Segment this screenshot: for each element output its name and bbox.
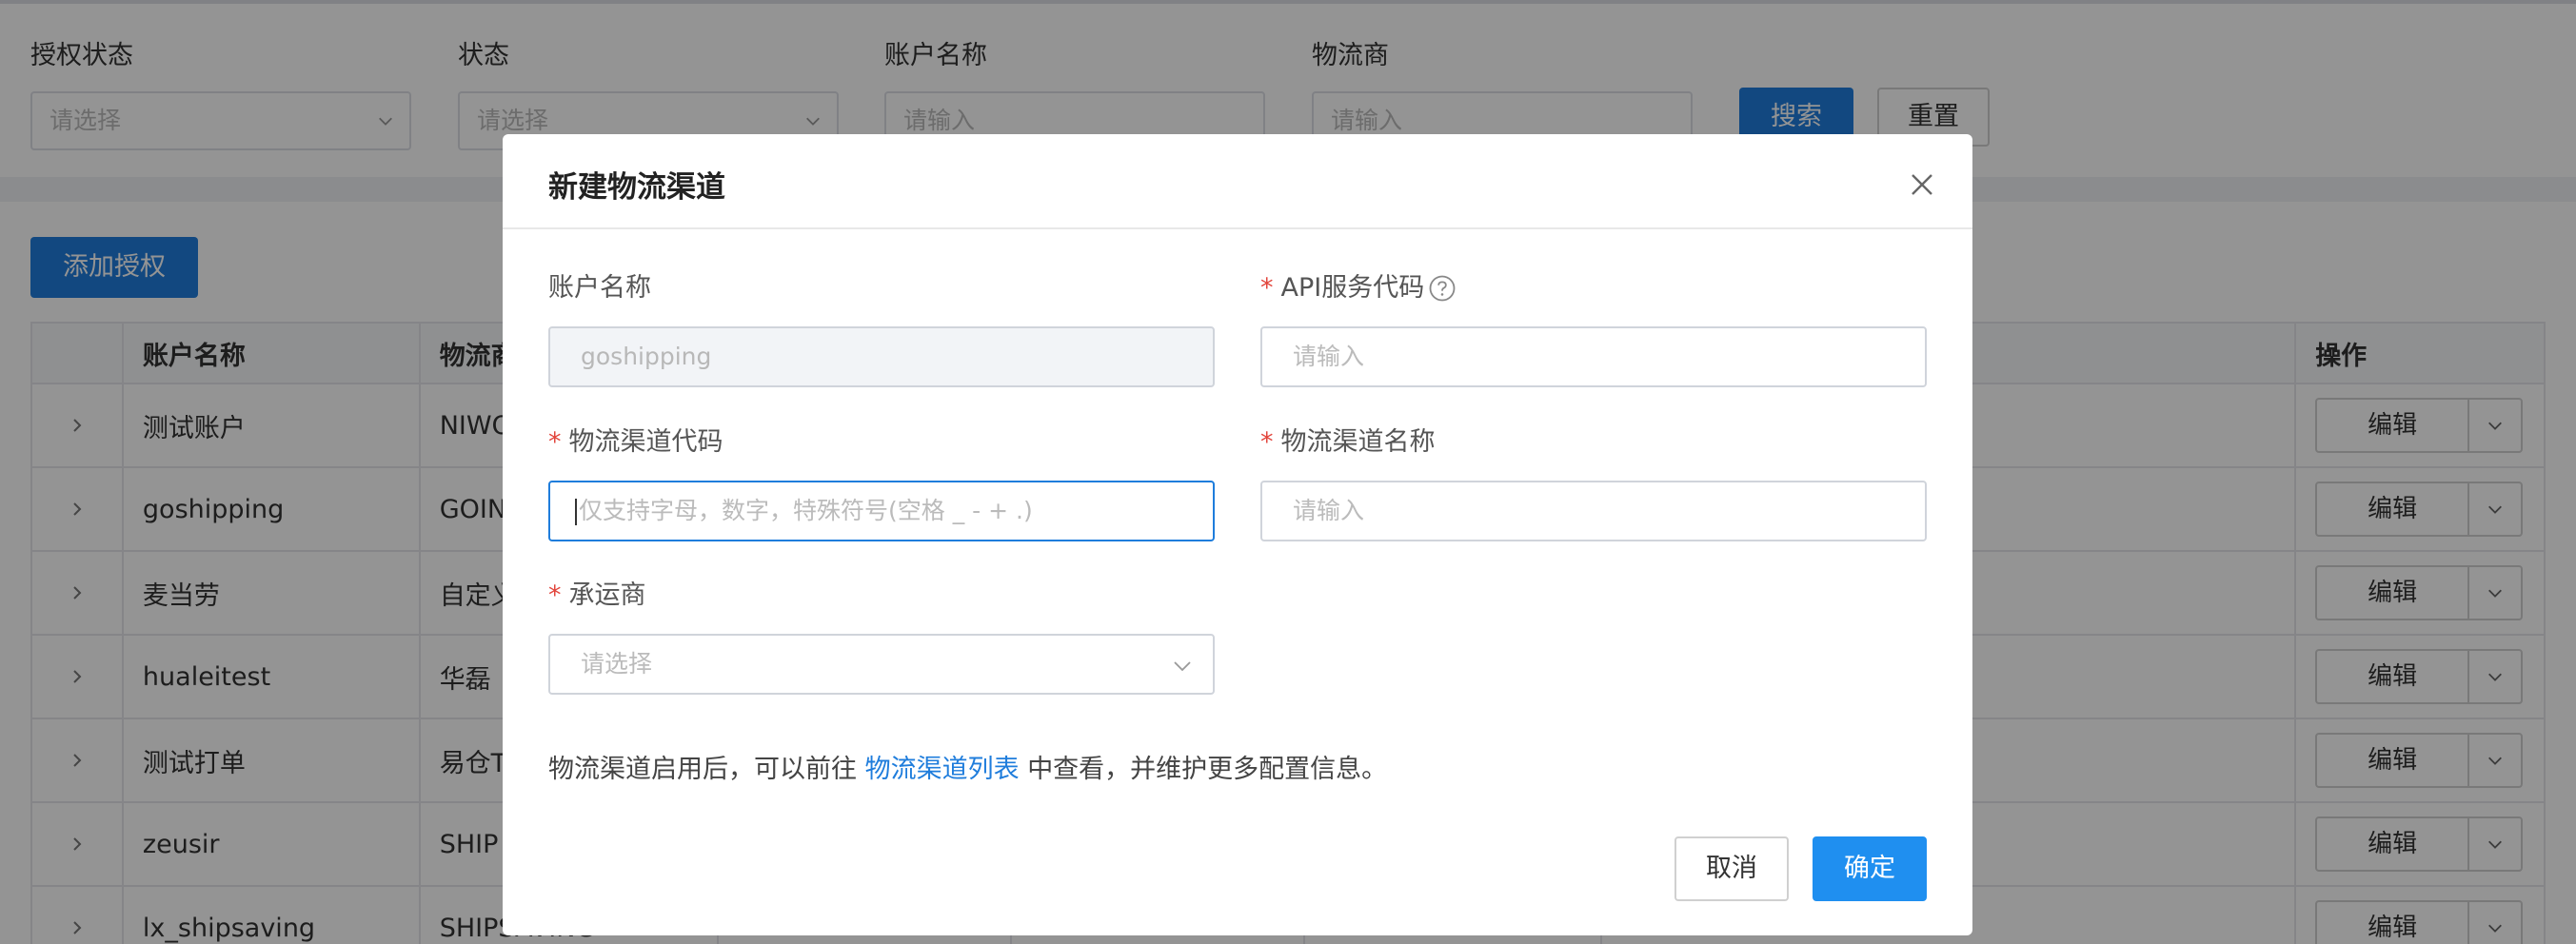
input-placeholder: 仅支持字母，数字，特殊符号(空格 _ - + .) (579, 497, 1033, 524)
channel-hint: 物流渠道启用后，可以前往 物流渠道列表 中查看，并维护更多配置信息。 (548, 748, 1387, 785)
hint-prefix: 物流渠道启用后，可以前往 (548, 755, 857, 784)
text-caret (575, 499, 577, 525)
cancel-button[interactable]: 取消 (1674, 836, 1789, 901)
new-channel-modal: 新建物流渠道 账户名称 goshipping * API服务代码 请输入 * 物… (503, 134, 1972, 935)
field-api-code: * API服务代码 请输入 (1260, 269, 1927, 387)
field-label: 账户名称 (548, 269, 1215, 307)
required-mark: * (548, 427, 562, 457)
field-account-name: 账户名称 goshipping (548, 269, 1215, 387)
api-code-input[interactable]: 请输入 (1260, 326, 1927, 387)
required-mark: * (1260, 273, 1274, 303)
account-name-value: goshipping (581, 343, 712, 370)
channel-code-input[interactable]: 仅支持字母，数字，特殊符号(空格 _ - + .) (548, 481, 1215, 541)
confirm-button[interactable]: 确定 (1813, 836, 1927, 901)
select-placeholder: 请选择 (581, 650, 653, 678)
field-carrier: * 承运商 请选择 (548, 577, 1215, 695)
input-placeholder: 请输入 (1293, 343, 1365, 370)
required-mark: * (1260, 427, 1274, 457)
field-channel-code: * 物流渠道代码 仅支持字母，数字，特殊符号(空格 _ - + .) (548, 423, 1215, 541)
field-label-text: 物流渠道名称 (1280, 427, 1436, 457)
hint-suffix: 中查看，并维护更多配置信息。 (1027, 755, 1388, 784)
channel-name-input[interactable]: 请输入 (1260, 481, 1927, 541)
modal-header: 新建物流渠道 (503, 134, 1972, 229)
field-label-text: 账户名称 (548, 273, 651, 303)
field-label: * 物流渠道名称 (1260, 423, 1927, 462)
field-label: * 物流渠道代码 (548, 423, 1215, 462)
account-name-field: goshipping (548, 326, 1215, 387)
carrier-select[interactable]: 请选择 (548, 634, 1215, 695)
field-label-text: 承运商 (568, 580, 646, 610)
field-label: * 承运商 (548, 577, 1215, 615)
field-channel-name: * 物流渠道名称 请输入 (1260, 423, 1927, 541)
input-placeholder: 请输入 (1293, 497, 1365, 524)
question-circle-icon[interactable] (1428, 274, 1456, 303)
required-mark: * (548, 580, 562, 610)
chevron-down-icon (1174, 661, 1191, 672)
close-icon[interactable] (1910, 172, 1934, 197)
field-label-text: API服务代码 (1280, 273, 1425, 303)
modal-title: 新建物流渠道 (548, 170, 725, 205)
field-label-text: 物流渠道代码 (568, 427, 723, 457)
field-label: * API服务代码 (1260, 269, 1927, 307)
channel-list-link[interactable]: 物流渠道列表 (865, 755, 1020, 784)
